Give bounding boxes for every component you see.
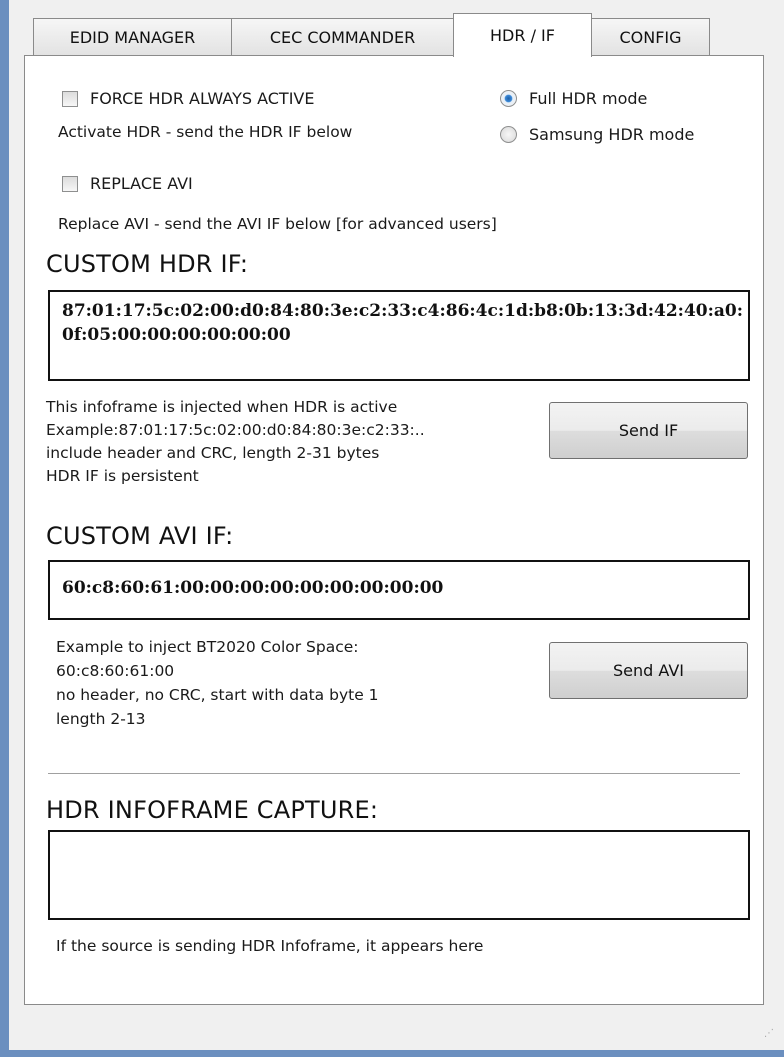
samsung-hdr-mode-radio-row[interactable]: Samsung HDR mode [500,125,694,144]
replace-avi-checkbox-row[interactable]: REPLACE AVI [62,174,193,193]
custom-avi-info-line1: Example to inject BT2020 Color Space: [56,638,359,656]
custom-hdr-input[interactable]: 87:01:17:5c:02:00:d0:84:80:3e:c2:33:c4:8… [48,290,750,381]
full-hdr-mode-radio-row[interactable]: Full HDR mode [500,89,647,108]
custom-hdr-info-line1: This infoframe is injected when HDR is a… [46,398,398,416]
replace-avi-checkbox[interactable] [62,175,78,192]
replace-avi-description: Replace AVI - send the AVI IF below [for… [58,215,497,233]
custom-hdr-info-line3: include header and CRC, length 2-31 byte… [46,444,380,462]
force-hdr-checkbox-row[interactable]: FORCE HDR ALWAYS ACTIVE [62,89,314,108]
force-hdr-description: Activate HDR - send the HDR IF below [58,123,353,141]
capture-heading: HDR INFOFRAME CAPTURE: [46,796,379,824]
samsung-hdr-mode-radio[interactable] [500,126,517,143]
custom-hdr-info-line2: Example:87:01:17:5c:02:00:d0:84:80:3e:c2… [46,421,425,439]
custom-avi-input[interactable]: 60:c8:60:61:00:00:00:00:00:00:00:00:00 [48,560,750,620]
custom-avi-info-line4: length 2-13 [56,710,146,728]
send-avi-button[interactable]: Send AVI [549,642,748,699]
replace-avi-label: REPLACE AVI [90,174,193,193]
force-hdr-label: FORCE HDR ALWAYS ACTIVE [90,89,315,108]
resize-grip-icon[interactable]: ⋰ [764,1028,774,1039]
custom-avi-value: 60:c8:60:61:00:00:00:00:00:00:00:00:00 [62,578,444,598]
custom-avi-info-line3: no header, no CRC, start with data byte … [56,686,379,704]
tab-label: CONFIG [619,28,682,47]
custom-avi-heading: CUSTOM AVI IF: [46,522,234,550]
custom-avi-info-line2: 60:c8:60:61:00 [56,662,175,680]
capture-value [50,832,748,839]
custom-hdr-value: 87:01:17:5c:02:00:d0:84:80:3e:c2:33:c4:8… [62,301,744,345]
tab-hdr-if[interactable]: HDR / IF [453,13,592,57]
custom-hdr-heading: CUSTOM HDR IF: [46,250,249,278]
send-if-label: Send IF [618,421,679,440]
section-divider [48,773,740,774]
window-frame-bottom [0,1050,784,1057]
full-hdr-mode-radio[interactable] [500,90,517,107]
full-hdr-mode-label: Full HDR mode [529,89,648,108]
window-frame-left [0,0,9,1057]
send-if-button[interactable]: Send IF [549,402,748,459]
capture-output-box[interactable] [48,830,750,920]
tab-edid-manager[interactable]: EDID MANAGER [33,18,232,56]
samsung-hdr-mode-label: Samsung HDR mode [529,125,695,144]
tab-label: EDID MANAGER [69,28,196,47]
custom-hdr-info-line4: HDR IF is persistent [46,467,199,485]
send-avi-label: Send AVI [613,661,684,680]
capture-hint: If the source is sending HDR Infoframe, … [56,937,484,955]
tab-cec-commander[interactable]: CEC COMMANDER [231,18,454,56]
force-hdr-checkbox[interactable] [62,90,78,107]
tab-config[interactable]: CONFIG [591,18,710,56]
tab-label: CEC COMMANDER [269,28,416,47]
tab-label: HDR / IF [490,26,555,45]
